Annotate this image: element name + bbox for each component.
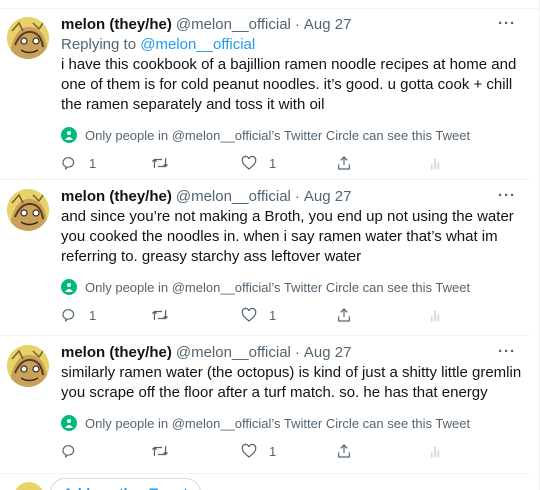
reply-icon: [62, 309, 75, 322]
retweet-button[interactable]: [151, 441, 181, 461]
like-button[interactable]: 1: [241, 305, 276, 325]
avatar-image: [7, 345, 49, 387]
replying-to: Replying to @melon__official: [61, 35, 516, 55]
avatar[interactable]: [7, 345, 49, 387]
share-icon: [338, 156, 350, 170]
like-count: 1: [269, 155, 277, 171]
like-icon: [241, 307, 257, 322]
tweet-text: similarly ramen water (the octopus) is k…: [61, 364, 522, 401]
more-icon[interactable]: ···: [498, 187, 516, 204]
circle-notice-text: Only people in @melon__official’s Twitte…: [85, 127, 471, 143]
reply-icon: [62, 157, 75, 170]
retweet-icon: [151, 158, 169, 168]
tweet-header: melon (they/he) @melon__official · Aug 2…: [61, 15, 516, 35]
retweet-button[interactable]: [151, 153, 181, 173]
more-icon[interactable]: ···: [498, 343, 516, 360]
tweet-3[interactable]: melon (they/he) @melon__official · Aug 2…: [0, 336, 530, 474]
tweet-content: melon (they/he) @melon__official · Aug 2…: [61, 15, 516, 143]
display-name[interactable]: melon (they/he): [61, 343, 172, 363]
reply-icon: [62, 445, 75, 458]
tweet-actions: 1 1: [61, 153, 461, 173]
like-button[interactable]: 1: [241, 441, 276, 461]
reply-button[interactable]: 1: [61, 305, 96, 325]
retweet-icon: [151, 310, 169, 320]
avatar-image: [7, 17, 49, 59]
tweet-1[interactable]: melon (they/he) @melon__official · Aug 2…: [0, 8, 530, 180]
user-handle[interactable]: @melon__official: [176, 187, 291, 207]
circle-notice-text: Only people in @melon__official’s Twitte…: [85, 415, 471, 431]
retweet-button[interactable]: [151, 305, 181, 325]
retweet-icon: [151, 446, 169, 456]
analytics-icon: [431, 158, 439, 170]
add-another-tweet-button[interactable]: Add another Tweet: [50, 478, 201, 490]
tweet-text: and since you’re not making a Broth, you…: [61, 208, 514, 265]
tweet-header: melon (they/he) @melon__official · Aug 2…: [61, 343, 516, 363]
analytics-button[interactable]: [429, 305, 441, 325]
like-icon: [241, 155, 257, 170]
analytics-button[interactable]: [429, 441, 441, 461]
share-icon: [338, 444, 350, 458]
circle-notice-text: Only people in @melon__official’s Twitte…: [85, 279, 471, 295]
tweet-date[interactable]: Aug 27: [304, 343, 352, 363]
tweet-2[interactable]: melon (they/he) @melon__official · Aug 2…: [0, 180, 530, 336]
like-count: 1: [269, 307, 277, 323]
twitter-circle-notice: Only people in @melon__official’s Twitte…: [61, 127, 516, 143]
reply-count: 1: [89, 307, 97, 323]
avatar-image: [7, 189, 49, 231]
composer-avatar: [14, 482, 44, 490]
twitter-circle-icon: [61, 415, 77, 431]
separator: ·: [294, 16, 300, 33]
twitter-circle-icon: [61, 279, 77, 295]
reply-count: 1: [89, 155, 97, 171]
replying-handle-link[interactable]: @melon__official: [140, 36, 255, 53]
analytics-icon: [431, 446, 439, 458]
avatar[interactable]: [7, 189, 49, 231]
user-handle[interactable]: @melon__official: [176, 343, 291, 363]
twitter-circle-icon: [61, 127, 77, 143]
analytics-button[interactable]: [429, 153, 441, 173]
share-button[interactable]: [336, 305, 352, 325]
separator: ·: [294, 344, 300, 361]
share-button[interactable]: [336, 441, 352, 461]
share-icon: [338, 308, 350, 322]
analytics-icon: [431, 310, 439, 322]
separator: ·: [294, 188, 300, 205]
replying-prefix: Replying to: [61, 36, 141, 53]
tweet-actions: 1 1: [61, 305, 461, 325]
reply-button[interactable]: 1: [61, 153, 96, 173]
twitter-circle-notice: Only people in @melon__official’s Twitte…: [61, 279, 516, 295]
like-count: 1: [269, 443, 277, 459]
twitter-circle-notice: Only people in @melon__official’s Twitte…: [61, 415, 516, 431]
user-handle[interactable]: @melon__official: [176, 15, 291, 35]
display-name[interactable]: melon (they/he): [61, 187, 172, 207]
tweet-date[interactable]: Aug 27: [304, 187, 352, 207]
reply-button[interactable]: [61, 441, 89, 461]
tweet-actions: 1: [61, 441, 461, 461]
share-button[interactable]: [336, 153, 352, 173]
tweet-text: i have this cookbook of a bajillion rame…: [61, 56, 517, 113]
avatar[interactable]: [7, 17, 49, 59]
tweet-header: melon (they/he) @melon__official · Aug 2…: [61, 187, 516, 207]
more-icon[interactable]: ···: [498, 15, 516, 32]
like-icon: [241, 443, 257, 458]
tweet-content: melon (they/he) @melon__official · Aug 2…: [61, 187, 516, 295]
tweet-content: melon (they/he) @melon__official · Aug 2…: [61, 343, 521, 431]
tweet-date[interactable]: Aug 27: [304, 15, 352, 35]
display-name[interactable]: melon (they/he): [61, 15, 172, 35]
like-button[interactable]: 1: [241, 153, 276, 173]
